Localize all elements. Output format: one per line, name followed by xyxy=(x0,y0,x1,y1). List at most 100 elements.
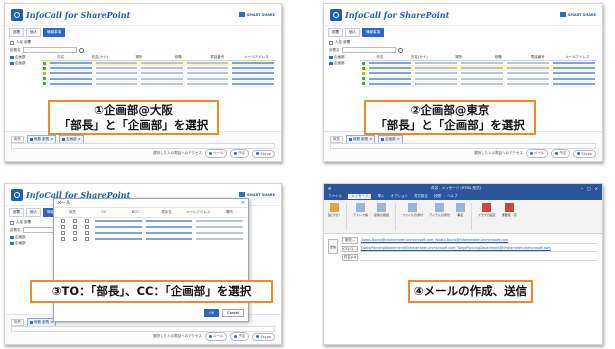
importance-high-button[interactable]: 重要度 - 高 xyxy=(502,203,517,230)
action-buttons: 選択した人の電話へのアクセス メール 予定 Skype xyxy=(474,149,596,158)
skype-button[interactable]: Skype xyxy=(252,332,275,341)
chip-label: 総務 部長 × xyxy=(353,137,373,141)
bcc-checkbox[interactable] xyxy=(85,219,89,223)
ok-button[interactable]: OK xyxy=(204,309,220,317)
tree-node[interactable]: 企画部 xyxy=(10,240,38,246)
cc-checkbox[interactable] xyxy=(73,225,77,229)
send-button[interactable]: 送信 xyxy=(328,239,338,254)
to-checkbox[interactable] xyxy=(61,231,65,235)
table-cell xyxy=(553,72,595,75)
table-cell xyxy=(507,72,549,75)
filter-checkbox-row[interactable]: 人足 部署 xyxy=(5,39,281,46)
tab-person[interactable]: 個人 xyxy=(26,208,41,217)
checkbox[interactable] xyxy=(10,220,14,225)
cc-checkbox[interactable] xyxy=(73,219,77,223)
check-names-button[interactable]: 名前の確認 xyxy=(374,203,389,230)
checkbox[interactable] xyxy=(10,40,14,45)
bcc-checkbox[interactable] xyxy=(85,231,89,235)
tree-node[interactable]: 企画部 xyxy=(329,60,357,66)
skype-button[interactable]: Skype xyxy=(252,149,275,158)
attach-item-button[interactable]: アイテムの添付 xyxy=(429,203,450,230)
filter-checkbox-row[interactable]: 人足 部署 xyxy=(324,39,602,46)
search-input[interactable] xyxy=(341,47,396,53)
search-label: 部署名 xyxy=(10,47,21,52)
flag-button[interactable]: フラグの設定 xyxy=(478,203,496,230)
signature-button[interactable]: 署名 xyxy=(455,203,465,230)
brand-logo: SMART SHARE xyxy=(238,192,275,197)
tab-person[interactable]: 個人 xyxy=(26,28,41,37)
ribbon-tab-help[interactable]: ヘルプ xyxy=(447,194,458,199)
table-cell xyxy=(415,77,457,80)
cc-checkbox[interactable] xyxy=(73,231,77,235)
schedule-button[interactable]: 予定 xyxy=(230,332,250,341)
bcc-checkbox[interactable] xyxy=(85,237,89,241)
table-header: 氏名 氏名(カナ) 場所 役職 電話番号 メールアドレス xyxy=(360,54,597,61)
ribbon-tabs: ファイル メッセージ 挿入 オプション 書式設定 校閲 ヘルプ xyxy=(324,193,602,200)
ribbon-tab-insert[interactable]: 挿入 xyxy=(377,194,384,199)
attach-file-button[interactable]: ファイルの添付 xyxy=(402,203,423,230)
mail-button[interactable]: メール xyxy=(204,332,228,341)
subject-field[interactable] xyxy=(361,255,598,261)
search-icon[interactable] xyxy=(78,47,84,53)
search-input[interactable] xyxy=(22,47,77,53)
maximize-icon[interactable]: □ xyxy=(587,186,591,191)
table-cell xyxy=(507,62,549,65)
to-checkbox[interactable] xyxy=(61,225,65,229)
checkbox[interactable] xyxy=(329,40,333,45)
to-checkbox[interactable] xyxy=(61,237,65,241)
ribbon-tab-options[interactable]: オプション xyxy=(390,194,408,199)
column-header[interactable]: 氏名 xyxy=(360,55,400,60)
ribbon-button-label: 署名 xyxy=(457,213,464,217)
checkbox-label: 人足 部署 xyxy=(16,40,32,44)
ribbon-tab-review[interactable]: 校閲 xyxy=(434,194,441,199)
paste-button[interactable]: 貼り付け xyxy=(328,203,340,230)
cancel-button[interactable]: Cancel xyxy=(222,309,244,317)
mail-button[interactable]: メール xyxy=(204,149,228,158)
tab-department[interactable]: 部署 xyxy=(9,208,24,217)
tab-department[interactable]: 部署 xyxy=(328,28,343,37)
mail-button-label: メール xyxy=(212,151,224,155)
minimize-icon[interactable]: – xyxy=(581,186,583,191)
column-header[interactable]: 氏名 xyxy=(41,55,80,60)
ribbon-tab-message[interactable]: メッセージ xyxy=(348,194,372,199)
column-header[interactable]: 役職 xyxy=(479,55,519,60)
tab-person[interactable]: 個人 xyxy=(345,28,360,37)
skype-button[interactable]: Skype xyxy=(573,149,596,158)
ribbon-tab-format[interactable]: 書式設定 xyxy=(414,194,428,199)
table-row[interactable] xyxy=(360,82,597,87)
column-header[interactable]: 電話番号 xyxy=(198,55,237,60)
cc-checkbox[interactable] xyxy=(73,237,77,241)
table-cell xyxy=(553,67,595,70)
ribbon-tab-file[interactable]: ファイル xyxy=(328,194,342,199)
column-header[interactable]: 役職 xyxy=(159,55,198,60)
brand-text: SMART SHARE xyxy=(567,12,596,17)
mail-button[interactable]: メール xyxy=(525,149,549,158)
schedule-button[interactable]: 予定 xyxy=(551,149,571,158)
column-header[interactable]: 氏名(カナ) xyxy=(80,55,119,60)
cc-button[interactable]: CC(C)... xyxy=(342,246,358,252)
column-header[interactable]: 氏名(カナ) xyxy=(400,55,440,60)
close-icon[interactable]: × xyxy=(595,186,598,191)
search-icon[interactable] xyxy=(397,47,403,53)
to-checkbox[interactable] xyxy=(61,219,65,223)
column-header[interactable]: メールアドレス xyxy=(237,55,276,60)
table-cell xyxy=(145,220,193,222)
tab-info[interactable]: 情報事項 xyxy=(362,28,384,37)
tab-department[interactable]: 部署 xyxy=(9,28,24,37)
table-cell xyxy=(95,82,138,85)
column-header[interactable]: 場所 xyxy=(119,55,158,60)
bcc-checkbox[interactable] xyxy=(85,225,89,229)
column-header[interactable]: メールアドレス xyxy=(558,55,598,60)
column-header[interactable]: 電話番号 xyxy=(518,55,558,60)
close-icon[interactable]: × xyxy=(241,200,245,206)
cc-field[interactable]: OsakaPlanningDepartment@infoharraden.onm… xyxy=(361,246,598,252)
tab-info[interactable]: 情報事項 xyxy=(43,28,65,37)
address-book-button[interactable]: アドレス帳 xyxy=(353,203,368,230)
column-header[interactable]: 場所 xyxy=(439,55,479,60)
schedule-button[interactable]: 予定 xyxy=(230,149,250,158)
tree-node[interactable]: 企画部 xyxy=(10,60,38,66)
table-row[interactable] xyxy=(41,82,276,87)
app-logo: InfoCall for SharePoint xyxy=(330,8,449,21)
to-field[interactable]: Sodou.Bucho@infoharraden.onmicrosoft.com… xyxy=(361,238,598,244)
to-button[interactable]: 宛先... xyxy=(342,237,358,244)
